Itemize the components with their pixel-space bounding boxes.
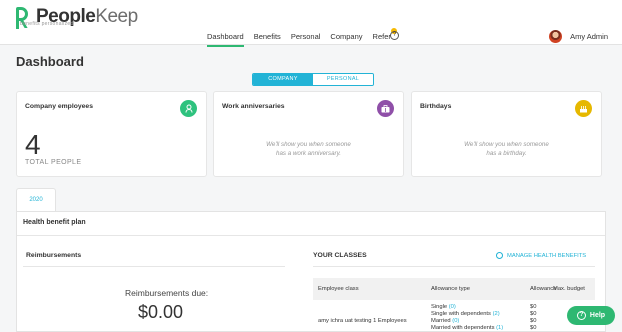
allowance-type-married-deps: Married with dependents (1)	[431, 325, 504, 331]
table-row: amy ichra uat testing 1 Employees Single…	[313, 301, 595, 332]
allowance-type-married: Married (0)	[431, 318, 460, 324]
manage-health-benefits-link[interactable]: MANAGE HEALTH BENEFITS	[496, 252, 586, 259]
work-anniversaries-card: Work anniversaries We'll show you when s…	[213, 91, 404, 177]
divider	[17, 235, 605, 236]
reimbursements-due-label: Reimbursements due:	[125, 288, 209, 298]
nav-refer-label: Refer	[372, 32, 391, 41]
divider	[313, 266, 595, 267]
manage-link-label: MANAGE HEALTH BENEFITS	[507, 252, 587, 259]
employee-count: 4	[25, 129, 41, 160]
employee-class-cell: amy ichra uat testing 1 Employees	[318, 318, 407, 324]
allowance-types-cell: Single (0) Single with dependents (2) Ma…	[431, 304, 503, 332]
user-menu[interactable]: Amy Admin	[549, 30, 608, 43]
help-icon: ?	[576, 311, 586, 320]
married-count-link[interactable]: (0)	[452, 318, 459, 324]
briefcase-icon	[377, 100, 394, 117]
logo-tagline: benefits personalized	[20, 21, 74, 27]
married-deps-count-link[interactable]: (1)	[496, 325, 503, 331]
page-title: Dashboard	[16, 54, 84, 69]
reimbursements-due-value: $0.00	[138, 302, 184, 322]
reimbursements-title: Reimbursements	[26, 252, 82, 259]
col-max-budget: Max. budget	[553, 286, 585, 292]
your-classes-title: YOUR CLASSES	[313, 252, 367, 259]
total-people-caption: TOTAL PEOPLE	[25, 159, 82, 166]
view-toggle: COMPANY PERSONAL	[252, 73, 374, 86]
col-allowance-type: Allowance type	[431, 286, 470, 292]
user-icon	[180, 100, 197, 117]
help-button[interactable]: ? Help	[567, 306, 615, 325]
gear-icon	[496, 252, 503, 259]
single-count-link[interactable]: (0)	[449, 304, 456, 310]
top-navigation-bar: PeopleKeep benefits personalized Dashboa…	[0, 0, 622, 47]
nav-dashboard[interactable]: Dashboard	[207, 32, 244, 47]
classes-table-header: Employee class Allowance type Allowance …	[313, 278, 595, 300]
card-title: Company employees	[25, 103, 93, 110]
user-name: Amy Admin	[570, 32, 608, 41]
main-nav: Dashboard Benefits Personal Company Refe…	[207, 28, 397, 47]
toggle-company[interactable]: COMPANY	[253, 74, 313, 85]
card-title: Birthdays	[420, 103, 452, 110]
birthdays-card: Birthdays We'll show you when someone ha…	[411, 91, 602, 177]
card-title: Work anniversaries	[222, 103, 285, 110]
help-button-label: Help	[589, 312, 606, 319]
allowance-type-single: Single (0)	[431, 304, 456, 310]
nav-company[interactable]: Company	[330, 32, 362, 47]
anniversary-empty-message: We'll show you when someone has a work a…	[266, 141, 351, 157]
divider	[23, 266, 285, 267]
birthday-empty-message: We'll show you when someone has a birthd…	[464, 141, 549, 157]
health-plan-title: Health benefit plan	[23, 219, 86, 226]
nav-refer[interactable]: Refer	[372, 28, 397, 47]
company-employees-card: Company employees 4 TOTAL PEOPLE	[16, 91, 207, 177]
nav-personal[interactable]: Personal	[291, 32, 321, 47]
cake-icon	[575, 100, 592, 117]
allowance-type-single-deps: Single with dependents (2)	[431, 311, 500, 317]
tab-2020[interactable]: 2020	[16, 188, 56, 212]
single-deps-count-link[interactable]: (2)	[493, 311, 500, 317]
avatar-icon	[549, 30, 563, 43]
col-employee-class: Employee class	[318, 286, 359, 292]
nav-benefits[interactable]: Benefits	[254, 32, 281, 47]
allowance-amounts-cell: $0 $0 $0 $0	[530, 304, 537, 331]
toggle-personal[interactable]: PERSONAL	[313, 74, 373, 85]
help-question-icon[interactable]: ?	[390, 31, 399, 40]
health-benefit-panel: Health benefit plan Reimbursements Reimb…	[16, 211, 606, 332]
